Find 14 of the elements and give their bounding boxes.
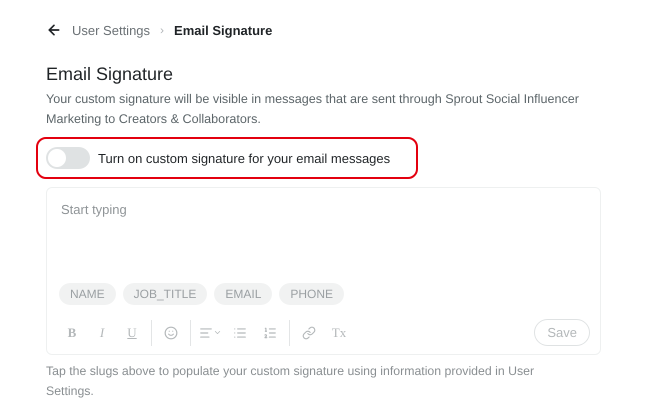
link-icon [302,326,316,340]
align-left-icon [198,326,212,340]
smiley-icon [164,326,178,340]
helper-text: Tap the slugs above to populate your custom signature using information provided in User Settings. [46,363,536,400]
numbered-list-icon [263,326,277,340]
toggle-label: Turn on custom signature for your email messages [98,150,390,166]
toggle-switch[interactable] [46,147,90,169]
bullet-list-icon [233,326,247,340]
description-text: Your custom signature will be visible in messages that are sent through Sprout Social Influencer Marketing to Creators & Collaborators. [46,91,580,128]
breadcrumb-separator: › [160,23,164,37]
breadcrumb-link[interactable]: User Settings [72,22,150,38]
caret-icon [212,328,222,337]
breadcrumb-current: Email Signature [174,22,272,38]
page-heading: Email Signature [46,64,174,85]
